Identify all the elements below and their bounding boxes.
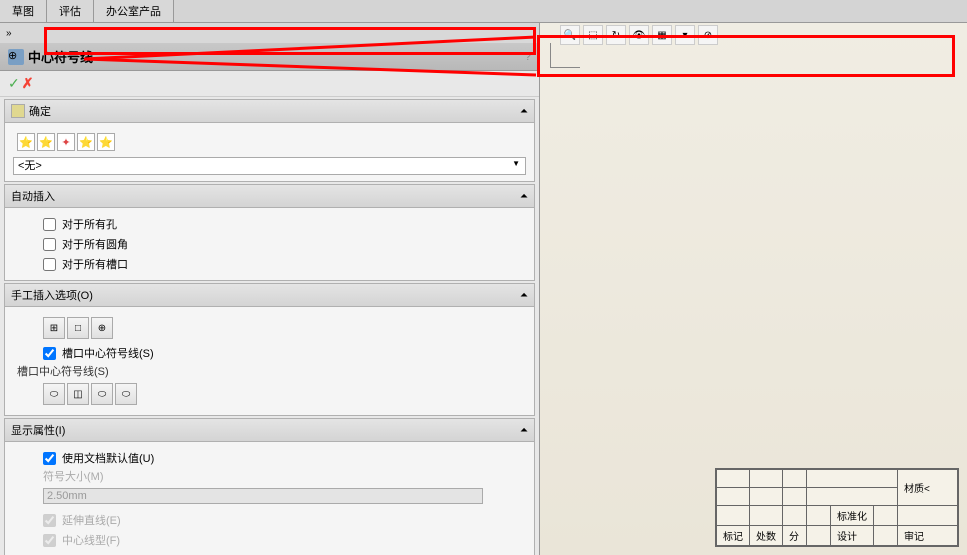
title-block: 材质< 标准化 标记 处数 分 设计 审记 [715,468,959,547]
chevron-collapse-icon[interactable]: » [6,28,12,39]
fav-btn-5[interactable]: ⭐ [97,133,115,151]
drawing-canvas[interactable]: 🔍 ⬚ ↻ 👁 ▦ ▾ ⊘ [540,23,967,555]
section-auto-insert[interactable]: 自动插入 ⏶ [5,185,534,208]
slot-type-3[interactable]: ⬭ [91,383,113,405]
section-confirm[interactable]: 确定 ⏶ [5,100,534,123]
help-icon[interactable]: ? [525,51,531,63]
zoom-area-icon[interactable]: ⬚ [583,25,603,45]
collapse-icon[interactable]: ⏶ [520,106,528,117]
checkbox-all-fillets[interactable] [43,238,56,251]
view-more-icon[interactable]: ▾ [675,25,695,45]
section-manual-insert[interactable]: 手工插入选项(O) ⏶ [5,284,534,307]
fav-btn-1[interactable]: ⭐ [17,133,35,151]
collapse-icon[interactable]: ⏶ [520,425,528,436]
feature-title: 中心符号线 [28,47,93,66]
centermark-icon: ⊕ [8,49,24,65]
checkbox-all-slots[interactable] [43,258,56,271]
checkbox-all-holes[interactable] [43,218,56,231]
cancel-button[interactable]: ✗ [22,75,34,92]
view-icon[interactable]: 👁 [629,25,649,45]
fav-btn-4[interactable]: ⭐ [77,133,95,151]
tab-sketch[interactable]: 草图 [0,0,47,22]
checkbox-centerline-type [43,534,56,547]
tool-icon-1[interactable]: ⊞ [43,317,65,339]
favorites-dropdown[interactable]: <无> [13,157,526,175]
slot-type-2[interactable]: ◫ [67,383,89,405]
tool-icon-3[interactable]: ⊕ [91,317,113,339]
pushpin-icon [11,104,25,118]
slot-type-1[interactable]: ⬭ [43,383,65,405]
zoom-fit-icon[interactable]: 🔍 [560,25,580,45]
tool-icon-2[interactable]: □ [67,317,89,339]
slot-type-4[interactable]: ⬭ [115,383,137,405]
feature-header: ⊕ 中心符号线 ? [0,43,539,71]
fav-btn-3[interactable]: ✦ [57,133,75,151]
collapse-icon[interactable]: ⏶ [520,191,528,202]
tab-office[interactable]: 办公室产品 [94,0,174,22]
mark-size-input [43,488,483,504]
checkbox-extend-line [43,514,56,527]
checkbox-use-doc-default[interactable] [43,452,56,465]
fav-btn-2[interactable]: ⭐ [37,133,55,151]
ok-button[interactable]: ✓ [8,75,20,92]
section-icon[interactable]: ⊘ [698,25,718,45]
section-display-props[interactable]: 显示属性(I) ⏶ [5,419,534,442]
checkbox-slot-centerline[interactable] [43,347,56,360]
tab-evaluate[interactable]: 评估 [47,0,94,22]
view-cube-icon[interactable]: ▦ [652,25,672,45]
collapse-icon[interactable]: ⏶ [520,290,528,301]
rotate-icon[interactable]: ↻ [606,25,626,45]
